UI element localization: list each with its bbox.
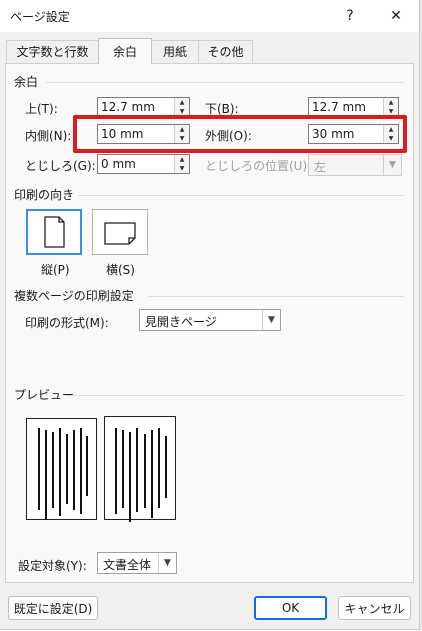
landscape-label: 横(S): [106, 263, 135, 277]
portrait-label: 縦(P): [41, 263, 70, 277]
orientation-section-title: 印刷の向き: [14, 188, 75, 202]
preview-text-line: [38, 428, 40, 510]
preview-text-line: [165, 436, 167, 498]
inside-margin-label: 内側(N):: [25, 129, 72, 143]
top-margin-label: 上(T):: [25, 102, 58, 116]
print-format-value: 見開きページ: [145, 315, 217, 329]
apply-to-label: 設定対象(Y):: [18, 559, 87, 573]
portrait-button[interactable]: [26, 209, 82, 255]
chevron-down-icon: ▼: [383, 155, 401, 175]
preview-text-line: [129, 432, 131, 522]
preview-text-line: [115, 428, 117, 514]
preview-text-line: [86, 436, 88, 496]
preview-section-title: プレビュー: [14, 388, 75, 402]
landscape-page-icon: [104, 222, 136, 245]
gutter-position-select: 左 ▼: [308, 154, 402, 176]
gutter-value: 0 mm: [101, 157, 136, 171]
preview-text-line: [151, 430, 153, 518]
chevron-down-icon[interactable]: ▼: [158, 553, 176, 573]
chevron-down-icon[interactable]: ▼: [262, 310, 280, 330]
close-icon[interactable]: ✕: [376, 0, 416, 32]
bottom-margin-value: 12.7 mm: [312, 100, 366, 114]
page-setup-dialog: ページ設定 ? ✕ 文字数と行数 余白 用紙 その他 余白 上(T): 12.7…: [0, 0, 420, 630]
apply-to-value: 文書全体: [103, 558, 152, 572]
landscape-button[interactable]: [92, 209, 148, 255]
bottom-margin-stepper[interactable]: 12.7 mm ▲ ▼: [308, 97, 399, 117]
cancel-button[interactable]: キャンセル: [338, 596, 411, 620]
title-bar: ページ設定 ? ✕: [0, 0, 419, 32]
multiple-pages-section-title: 複数ページの印刷設定: [14, 289, 134, 303]
gutter-position-label: とじしろの位置(U):: [205, 159, 312, 173]
preview-text-line: [52, 432, 54, 508]
tab-margins[interactable]: 余白: [98, 38, 152, 64]
preview-text-line: [80, 428, 82, 514]
preview-text-line: [136, 428, 138, 512]
top-margin-stepper[interactable]: 12.7 mm ▲ ▼: [97, 97, 190, 117]
gutter-position-value: 左: [314, 160, 327, 174]
print-format-label: 印刷の形式(M):: [25, 316, 109, 330]
ok-button[interactable]: OK: [254, 596, 327, 620]
preview-text-line: [59, 428, 61, 516]
preview-text-line: [73, 430, 75, 510]
gutter-label: とじしろ(G):: [25, 159, 96, 173]
set-default-button[interactable]: 既定に設定(D): [8, 596, 98, 620]
help-icon[interactable]: ?: [330, 0, 370, 32]
print-format-select[interactable]: 見開きページ ▼: [139, 309, 281, 331]
tab-other[interactable]: その他: [198, 40, 253, 62]
gutter-stepper[interactable]: 0 mm ▲ ▼: [97, 154, 190, 174]
preview-text-line: [122, 430, 124, 508]
window-title: ページ設定: [10, 10, 70, 24]
preview-text-line: [158, 428, 160, 508]
tab-characters-lines[interactable]: 文字数と行数: [6, 40, 99, 62]
preview-text-line: [45, 430, 47, 520]
preview-text-line: [66, 434, 68, 504]
tab-paper[interactable]: 用紙: [151, 40, 199, 62]
margins-section-title: 余白: [14, 75, 39, 89]
apply-to-select[interactable]: 文書全体 ▼: [97, 552, 177, 574]
spin-down-icon[interactable]: ▼: [175, 164, 189, 173]
portrait-page-icon: [44, 216, 65, 248]
section-divider: [66, 395, 404, 396]
preview-text-line: [144, 434, 146, 508]
top-margin-value: 12.7 mm: [101, 100, 155, 114]
annotation-highlight-box: [73, 115, 407, 153]
section-divider: [46, 82, 404, 83]
section-divider: [78, 195, 404, 196]
section-divider: [148, 296, 404, 297]
